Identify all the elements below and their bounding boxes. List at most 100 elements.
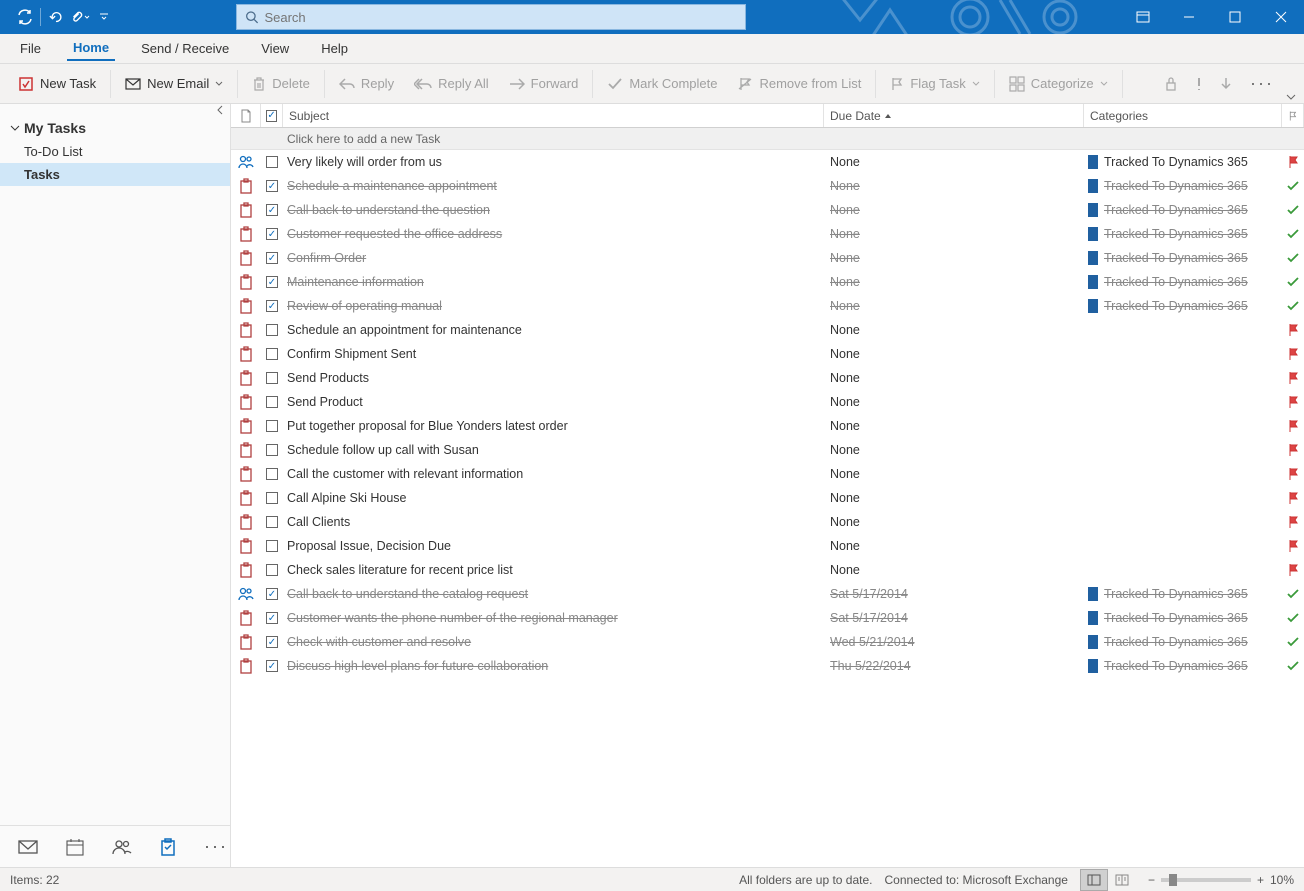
menu-send-receive[interactable]: Send / Receive (135, 37, 235, 60)
task-flag-icon[interactable] (1282, 276, 1304, 288)
menu-file[interactable]: File (14, 37, 47, 60)
close-button[interactable] (1258, 0, 1304, 34)
task-complete-checkbox[interactable] (261, 156, 283, 168)
task-row[interactable]: Very likely will order from usNoneTracke… (231, 150, 1304, 174)
task-flag-icon[interactable] (1282, 612, 1304, 624)
column-categories[interactable]: Categories (1084, 104, 1282, 127)
task-flag-icon[interactable] (1282, 636, 1304, 648)
task-row[interactable]: ✓Discuss high level plans for future col… (231, 654, 1304, 678)
task-flag-icon[interactable] (1282, 347, 1304, 361)
mark-complete-button[interactable]: Mark Complete (597, 72, 727, 95)
zoom-in-icon[interactable]: + (1257, 873, 1264, 887)
minimize-button[interactable] (1166, 0, 1212, 34)
task-row[interactable]: Send ProductNone (231, 390, 1304, 414)
task-row[interactable]: ✓Customer requested the office addressNo… (231, 222, 1304, 246)
task-complete-checkbox[interactable]: ✓ (261, 252, 283, 264)
ribbon-mode-icon[interactable] (1120, 0, 1166, 34)
task-flag-icon[interactable] (1282, 515, 1304, 529)
task-complete-checkbox[interactable] (261, 516, 283, 528)
search-box[interactable] (236, 4, 746, 30)
task-flag-icon[interactable] (1282, 563, 1304, 577)
task-complete-checkbox[interactable] (261, 324, 283, 336)
task-complete-checkbox[interactable]: ✓ (261, 612, 283, 624)
collapse-nav-icon[interactable] (0, 104, 230, 116)
task-complete-checkbox[interactable]: ✓ (261, 204, 283, 216)
column-subject[interactable]: Subject (283, 104, 824, 127)
task-flag-icon[interactable] (1282, 323, 1304, 337)
new-task-button[interactable]: New Task (8, 72, 106, 96)
sidebar-item-tasks[interactable]: Tasks (0, 163, 230, 186)
tasks-nav-icon[interactable] (160, 838, 176, 856)
task-row[interactable]: Call ClientsNone (231, 510, 1304, 534)
task-complete-checkbox[interactable]: ✓ (261, 180, 283, 192)
task-flag-icon[interactable] (1282, 467, 1304, 481)
low-priority-icon[interactable] (1220, 76, 1232, 92)
menu-view[interactable]: View (255, 37, 295, 60)
menu-home[interactable]: Home (67, 36, 115, 61)
task-flag-icon[interactable] (1282, 204, 1304, 216)
task-row[interactable]: ✓Call back to understand the questionNon… (231, 198, 1304, 222)
task-row[interactable]: Call the customer with relevant informat… (231, 462, 1304, 486)
task-complete-checkbox[interactable]: ✓ (261, 660, 283, 672)
new-task-row[interactable]: Click here to add a new Task (231, 128, 1304, 150)
delete-button[interactable]: Delete (242, 72, 320, 96)
zoom-control[interactable]: − + 10% (1148, 873, 1294, 887)
task-row[interactable]: Schedule follow up call with SusanNone (231, 438, 1304, 462)
task-complete-checkbox[interactable] (261, 564, 283, 576)
task-row[interactable]: ✓Review of operating manualNoneTracked T… (231, 294, 1304, 318)
task-flag-icon[interactable] (1282, 180, 1304, 192)
column-icon[interactable] (231, 104, 261, 127)
task-row[interactable]: ✓Confirm OrderNoneTracked To Dynamics 36… (231, 246, 1304, 270)
reply-button[interactable]: Reply (329, 72, 404, 95)
priority-icon[interactable] (1196, 76, 1202, 92)
task-complete-checkbox[interactable] (261, 444, 283, 456)
task-complete-checkbox[interactable]: ✓ (261, 588, 283, 600)
my-tasks-header[interactable]: My Tasks (0, 116, 230, 140)
calendar-nav-icon[interactable] (66, 838, 84, 856)
task-flag-icon[interactable] (1282, 300, 1304, 312)
menu-help[interactable]: Help (315, 37, 354, 60)
task-flag-icon[interactable] (1282, 443, 1304, 457)
flag-task-button[interactable]: Flag Task (880, 72, 989, 96)
undo-icon[interactable] (45, 5, 67, 29)
task-row[interactable]: Schedule an appointment for maintenanceN… (231, 318, 1304, 342)
more-nav-icon[interactable]: ··· (204, 836, 228, 857)
lock-icon[interactable] (1164, 76, 1178, 92)
task-row[interactable]: Check sales literature for recent price … (231, 558, 1304, 582)
task-complete-checkbox[interactable] (261, 420, 283, 432)
task-complete-checkbox[interactable]: ✓ (261, 276, 283, 288)
column-flag[interactable] (1282, 104, 1304, 127)
view-reading-button[interactable] (1108, 869, 1136, 891)
task-row[interactable]: Proposal Issue, Decision DueNone (231, 534, 1304, 558)
task-complete-checkbox[interactable] (261, 396, 283, 408)
mail-nav-icon[interactable] (18, 839, 38, 855)
task-flag-icon[interactable] (1282, 660, 1304, 672)
new-email-button[interactable]: New Email (115, 72, 233, 95)
task-flag-icon[interactable] (1282, 491, 1304, 505)
forward-button[interactable]: Forward (499, 72, 589, 95)
search-input[interactable] (264, 10, 737, 25)
task-flag-icon[interactable] (1282, 371, 1304, 385)
task-row[interactable]: Call Alpine Ski HouseNone (231, 486, 1304, 510)
collapse-ribbon-icon[interactable] (1286, 93, 1296, 101)
task-flag-icon[interactable] (1282, 588, 1304, 600)
reply-all-button[interactable]: Reply All (404, 72, 499, 95)
customize-qat-icon[interactable] (93, 5, 115, 29)
task-flag-icon[interactable] (1282, 155, 1304, 169)
task-row[interactable]: ✓Schedule a maintenance appointmentNoneT… (231, 174, 1304, 198)
view-normal-button[interactable] (1080, 869, 1108, 891)
maximize-button[interactable] (1212, 0, 1258, 34)
task-complete-checkbox[interactable] (261, 492, 283, 504)
sync-icon[interactable] (14, 5, 36, 29)
task-row[interactable]: ✓Check with customer and resolveWed 5/21… (231, 630, 1304, 654)
people-nav-icon[interactable] (112, 839, 132, 855)
categorize-button[interactable]: Categorize (999, 72, 1118, 96)
task-flag-icon[interactable] (1282, 539, 1304, 553)
task-complete-checkbox[interactable]: ✓ (261, 300, 283, 312)
task-row[interactable]: Send ProductsNone (231, 366, 1304, 390)
task-complete-checkbox[interactable]: ✓ (261, 636, 283, 648)
sidebar-item-to-do-list[interactable]: To-Do List (0, 140, 230, 163)
ribbon-more-button[interactable]: ··· (1250, 73, 1274, 94)
task-complete-checkbox[interactable] (261, 348, 283, 360)
task-flag-icon[interactable] (1282, 395, 1304, 409)
